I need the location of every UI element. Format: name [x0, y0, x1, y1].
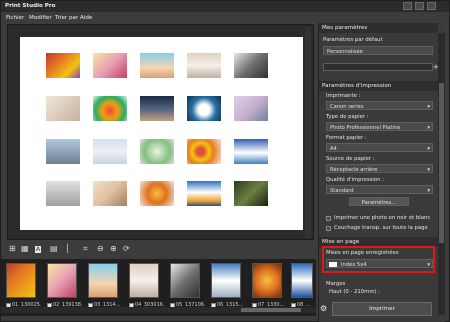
photo-thumbnail [187, 53, 221, 78]
highlight-box [322, 246, 435, 273]
crop-icon[interactable]: ⌗ [83, 244, 88, 254]
filmstrip-scroll-thumb[interactable] [241, 308, 301, 312]
maximize-button[interactable] [415, 2, 424, 10]
printer-select[interactable]: Canon series ▾ [326, 101, 433, 110]
photo-thumbnail [46, 96, 80, 121]
photo-thumbnail [140, 139, 174, 164]
print-button[interactable]: Imprimer [332, 302, 432, 316]
photo-thumbnail [140, 181, 174, 206]
top-margin-label: Haut (0 - 210mm) : [329, 289, 381, 295]
menu-help[interactable]: Aide [80, 15, 92, 21]
photo-thumbnail [187, 96, 221, 121]
coating-checkbox-label: Couchage transp. sur toute la page [334, 225, 428, 231]
menu-edit[interactable]: Modifier [29, 15, 52, 21]
bw-checkbox[interactable] [326, 216, 331, 221]
filmstrip-item[interactable]: 08_... [291, 263, 313, 308]
settings-panel: Mes paramètres Paramètres par défaut Per… [318, 23, 445, 322]
chevron-down-icon: ▾ [427, 166, 430, 173]
print-quality-label: Qualité d'impression : [326, 177, 384, 183]
filmstrip-thumbnail[interactable] [129, 263, 159, 298]
settings-preset-bar[interactable] [323, 63, 433, 71]
my-settings-header: Mes paramètres [319, 23, 438, 33]
filmstrip-thumbnail[interactable] [252, 263, 282, 298]
preview-scrollbar[interactable] [305, 27, 311, 238]
photo-thumbnail [46, 181, 80, 206]
paper-format-label: Format papier : [326, 135, 367, 141]
title-bar: Print Studio Pro [1, 1, 449, 12]
default-settings-label: Paramètres par défaut [323, 37, 383, 43]
panel-scroll-thumb[interactable] [439, 83, 444, 243]
grid-icon[interactable]: ⊞ [9, 244, 16, 253]
photo-thumbnail [234, 181, 268, 206]
photo-thumbnail [140, 96, 174, 121]
photo-thumbnail [187, 181, 221, 206]
paper-source-label: Source de papier : [326, 156, 375, 162]
filmstrip-scrollbar[interactable] [1, 307, 316, 313]
panel-scrollbar[interactable] [438, 33, 445, 315]
photo-thumbnail [93, 96, 127, 121]
photo-thumbnail [46, 53, 80, 78]
settings-gear-icon[interactable]: ⚙ [320, 304, 327, 313]
menu-file[interactable]: Fichier [6, 15, 24, 21]
filmstrip-thumbnail[interactable] [291, 263, 313, 298]
menu-sort[interactable]: Trier par [55, 15, 78, 21]
photo-thumbnail [46, 139, 80, 164]
filmstrip-item[interactable]: 05_137106... [170, 263, 206, 308]
paper-type-label: Type de papier : [326, 114, 369, 120]
filmstrip-item[interactable]: 04_303016... [129, 263, 165, 308]
print-settings-header[interactable]: Paramètres d'impression [319, 81, 438, 91]
app-window: Print Studio Pro Fichier Modifier Trier … [0, 0, 450, 322]
coating-checkbox[interactable] [326, 226, 331, 231]
photo-thumbnail [234, 139, 268, 164]
print-preview-area[interactable] [7, 24, 314, 240]
filmstrip-thumbnail[interactable] [88, 263, 118, 298]
photo-thumbnail [140, 53, 174, 78]
filmstrip-thumbnail[interactable] [6, 263, 36, 298]
filmstrip-item[interactable]: 03_1314... [88, 263, 120, 308]
chevron-down-icon: ▾ [427, 103, 430, 110]
paper-format-select[interactable]: A4 ▾ [326, 143, 433, 152]
filmstrip-item[interactable]: 06_1315... [211, 263, 243, 308]
chevron-down-icon: ▾ [427, 124, 430, 131]
page-icon[interactable]: ▤ [50, 244, 58, 253]
margins-label: Marges [326, 281, 346, 287]
photo-thumbnail [187, 139, 221, 164]
preview-toolbar: ⊞ ▦ A ▤ │ ⌗ ⊖ ⊕ ⟳ [7, 242, 314, 257]
menu-bar: Fichier Modifier Trier par Aide [1, 12, 316, 23]
photo-thumbnail [93, 53, 127, 78]
settings-preset-field[interactable]: Personnalisée [323, 46, 433, 55]
minimize-button[interactable] [403, 2, 412, 10]
chevron-down-icon: ▾ [427, 145, 430, 152]
paper-preview [20, 37, 303, 230]
close-button[interactable] [427, 2, 436, 10]
filmstrip-thumbnail[interactable] [47, 263, 77, 298]
filmstrip-item[interactable]: 02_139138... [47, 263, 83, 308]
layout-icon[interactable]: ▦ [21, 244, 29, 253]
zoom-in-icon[interactable]: ⊕ [110, 244, 117, 253]
photo-thumbnail [234, 96, 268, 121]
filmstrip-item[interactable]: 07_1330... [252, 263, 284, 308]
paper-type-select[interactable]: Photo Professionnel Platine ▾ [326, 122, 433, 131]
text-icon[interactable]: A [35, 246, 42, 253]
photo-thumbnail [234, 53, 268, 78]
filmstrip-item[interactable]: 01_130025... [6, 263, 42, 308]
separator-icon: │ [65, 244, 70, 253]
printer-label: Imprimante : [326, 93, 361, 99]
bw-checkbox-label: Imprimer une photo en noir et blanc [334, 215, 431, 221]
rotate-icon[interactable]: ⟳ [123, 244, 130, 253]
photo-thumbnail [93, 139, 127, 164]
chevron-down-icon: ▾ [427, 187, 430, 194]
filmstrip-thumbnail[interactable] [170, 263, 200, 298]
window-title: Print Studio Pro [5, 3, 56, 9]
filmstrip-thumbnail[interactable] [211, 263, 241, 298]
zoom-out-icon[interactable]: ⊖ [97, 244, 104, 253]
paper-source-select[interactable]: Réceptacle arrière ▾ [326, 164, 433, 173]
print-options-button[interactable]: Paramètres... [349, 197, 409, 206]
photo-thumbnail [93, 181, 127, 206]
print-quality-select[interactable]: Standard ▾ [326, 185, 433, 194]
